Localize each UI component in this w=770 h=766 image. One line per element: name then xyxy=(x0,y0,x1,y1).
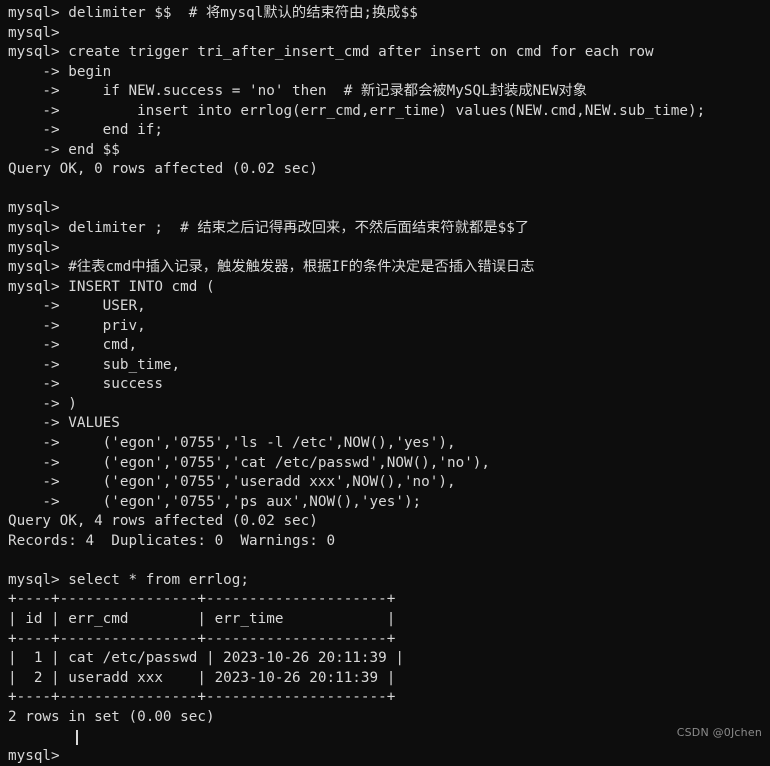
terminal-line: +----+----------------+-----------------… xyxy=(8,689,396,706)
terminal-line: | 2 | useradd xxx | 2023-10-26 20:11:39 … xyxy=(8,669,396,686)
terminal-line: 2 rows in set (0.00 sec) xyxy=(8,708,215,725)
terminal-line: mysql> xyxy=(8,200,60,217)
terminal-line: mysql> xyxy=(8,24,60,41)
terminal-line: mysql> create trigger tri_after_insert_c… xyxy=(8,44,654,61)
terminal-line: Query OK, 0 rows affected (0.02 sec) xyxy=(8,161,318,178)
terminal-line: +----+----------------+-----------------… xyxy=(8,591,396,608)
terminal-line: -> USER, xyxy=(8,298,146,315)
watermark-label: CSDN @0Jchen xyxy=(676,726,762,739)
terminal-line: +----+----------------+-----------------… xyxy=(8,630,396,647)
terminal-line: mysql> INSERT INTO cmd ( xyxy=(8,278,215,295)
terminal-line: | 1 | cat /etc/passwd | 2023-10-26 20:11… xyxy=(8,650,404,667)
terminal-line: mysql> delimiter $$ # 将mysql默认的结束符由;换成$$ xyxy=(8,5,418,21)
terminal-line: -> begin xyxy=(8,63,112,80)
terminal-line: -> end $$ xyxy=(8,141,120,158)
terminal-line: mysql> select * from errlog; xyxy=(8,571,250,588)
terminal-line: -> cmd, xyxy=(8,337,138,354)
terminal-output: mysql> delimiter $$ # 将mysql默认的结束符由;换成$$… xyxy=(8,4,770,766)
text-cursor xyxy=(76,730,78,745)
terminal-line: -> insert into errlog(err_cmd,err_time) … xyxy=(8,102,706,119)
terminal-line: -> if NEW.success = 'no' then # 新记录都会被My… xyxy=(8,83,588,100)
terminal-line: -> ('egon','0755','useradd xxx',NOW(),'n… xyxy=(8,474,456,491)
terminal-line: mysql> delimiter ; # 结束之后记得再改回来，不然后面结束符就… xyxy=(8,220,530,237)
terminal-line: mysql> xyxy=(8,239,60,256)
terminal-line: -> ('egon','0755','ps aux',NOW(),'yes'); xyxy=(8,493,422,510)
terminal-line: -> ) xyxy=(8,395,77,412)
terminal-line: -> VALUES xyxy=(8,415,120,432)
terminal-line: mysql> #往表cmd中插入记录，触发触发器，根据IF的条件决定是否插入错误… xyxy=(8,259,535,276)
terminal-line: -> end if; xyxy=(8,122,163,139)
terminal-line: | id | err_cmd | err_time | xyxy=(8,610,396,627)
terminal-window[interactable]: mysql> delimiter $$ # 将mysql默认的结束符由;换成$$… xyxy=(0,0,770,764)
terminal-line: Query OK, 4 rows affected (0.02 sec) xyxy=(8,513,318,530)
terminal-line: -> ('egon','0755','cat /etc/passwd',NOW(… xyxy=(8,454,491,471)
terminal-line: -> priv, xyxy=(8,317,146,334)
terminal-line: mysql> xyxy=(8,747,69,764)
terminal-line: -> ('egon','0755','ls -l /etc',NOW(),'ye… xyxy=(8,435,456,452)
terminal-line: -> sub_time, xyxy=(8,356,181,373)
terminal-line: -> success xyxy=(8,376,163,393)
terminal-line: Records: 4 Duplicates: 0 Warnings: 0 xyxy=(8,532,336,549)
